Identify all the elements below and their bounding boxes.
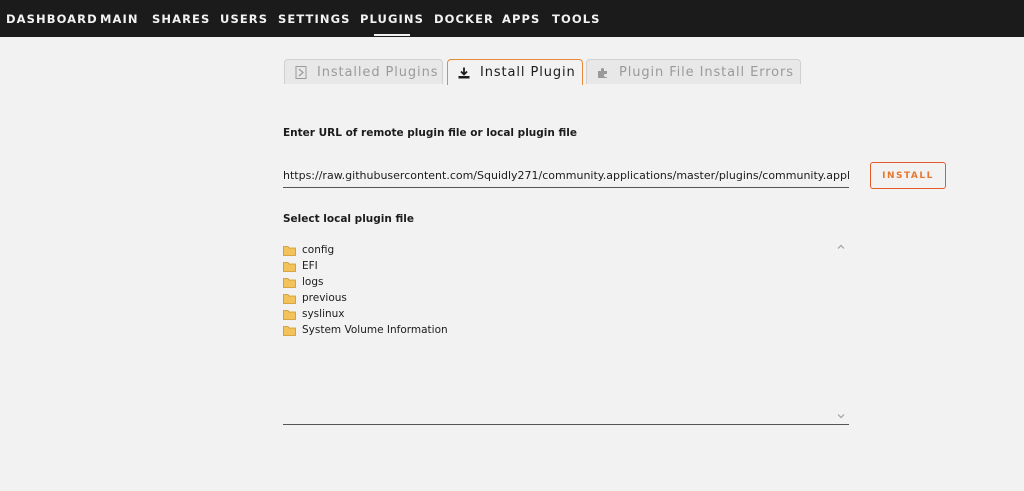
folder-icon [283,261,296,272]
tab-install-plugin-label: Install Plugin [480,65,576,80]
folder-icon [283,277,296,288]
file-name: syslinux [302,308,345,320]
file-item-config[interactable]: config [283,243,334,257]
nav-docker[interactable]: DOCKER [434,12,494,28]
nav-main[interactable]: MAIN [100,12,139,28]
file-item-logs[interactable]: logs [283,275,323,289]
file-name: config [302,244,335,256]
install-button[interactable]: INSTALL [870,162,946,189]
nav-plugins[interactable]: PLUGINS [360,12,424,36]
tab-plugin-file-install-errors[interactable]: Plugin File Install Errors [586,59,801,84]
tab-installed-plugins-label: Installed Plugins [317,64,439,80]
file-name: previous [302,292,347,304]
tab-plugin-file-install-errors-label: Plugin File Install Errors [619,64,794,80]
file-name: System Volume Information [302,324,448,336]
download-icon [457,66,471,80]
top-navigation-bar: DASHBOARD MAIN SHARES USERS SETTINGS PLU… [0,0,1024,37]
folder-icon [283,309,296,320]
folder-icon [283,245,296,256]
plugin-icon [294,65,308,79]
nav-dashboard[interactable]: DASHBOARD [6,12,98,28]
file-item-syslinux[interactable]: syslinux [283,307,345,321]
tab-install-plugin[interactable]: Install Plugin [447,59,583,85]
folder-icon [283,325,296,336]
file-name: logs [302,276,324,288]
nav-tools[interactable]: TOOLS [552,12,601,28]
plugin-url-input[interactable] [283,164,849,188]
puzzle-icon [596,65,610,79]
file-item-system-volume-information[interactable]: System Volume Information [283,323,448,337]
nav-users[interactable]: USERS [220,12,268,28]
local-file-label: Select local plugin file [283,213,415,225]
file-item-previous[interactable]: previous [283,291,347,305]
nav-settings[interactable]: SETTINGS [278,12,351,28]
nav-shares[interactable]: SHARES [152,12,210,28]
url-label: Enter URL of remote plugin file or local… [283,127,578,139]
file-tree[interactable]: config EFI logs previous syslinux System… [283,238,849,425]
scroll-down-arrow-icon[interactable] [836,411,846,421]
folder-icon [283,293,296,304]
file-item-efi[interactable]: EFI [283,259,318,273]
scroll-up-arrow-icon[interactable] [836,242,846,252]
file-name: EFI [302,260,318,272]
tab-installed-plugins[interactable]: Installed Plugins [284,59,443,84]
nav-apps[interactable]: APPS [502,12,540,28]
